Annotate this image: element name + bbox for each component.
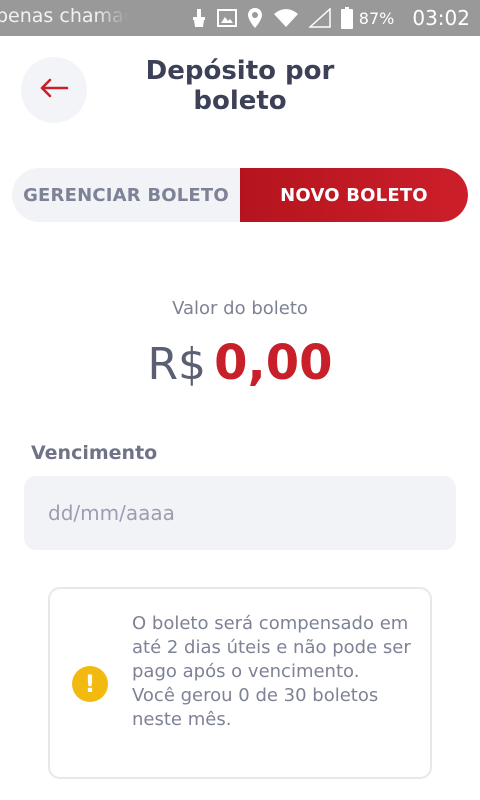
amount-value[interactable]: 0,00 <box>214 335 332 391</box>
currency-symbol: R$ <box>147 339 207 390</box>
due-date-input[interactable] <box>24 476 456 550</box>
tab-manage-boleto[interactable]: GERENCIAR BOLETO <box>12 168 240 222</box>
back-button[interactable] <box>21 57 87 123</box>
status-icons: 87% 03:02 <box>191 0 470 36</box>
info-card: ! O boleto será compensado em até 2 dias… <box>48 587 432 779</box>
image-icon <box>216 9 237 27</box>
battery-percent: 87% <box>358 8 395 28</box>
amount-display[interactable]: R$ 0,00 <box>0 335 480 391</box>
brush-icon <box>191 8 207 28</box>
status-clock: 03:02 <box>412 6 470 30</box>
status-bar: penas chamada 87% 03:02 <box>0 0 480 36</box>
notification-text: penas chamada <box>0 5 128 27</box>
info-compensation-text: O boleto será compensado em até 2 dias ú… <box>132 613 411 682</box>
boleto-tabs: GERENCIAR BOLETO NOVO BOLETO <box>12 168 468 222</box>
battery-icon <box>340 7 353 29</box>
signal-icon <box>308 8 331 28</box>
page-title: Depósito por boleto <box>145 56 335 116</box>
warning-icon: ! <box>72 666 108 702</box>
arrow-left-icon <box>39 77 69 103</box>
amount-label: Valor do boleto <box>172 298 308 319</box>
info-text: O boleto será compensado em até 2 dias ú… <box>132 612 418 732</box>
tab-new-boleto[interactable]: NOVO BOLETO <box>240 168 468 222</box>
info-boleto-count-text: Você gerou 0 de 30 boletos neste mês. <box>132 685 379 730</box>
due-date-label: Vencimento <box>31 442 158 464</box>
location-pin-icon <box>247 7 263 29</box>
wifi-icon <box>273 8 299 28</box>
